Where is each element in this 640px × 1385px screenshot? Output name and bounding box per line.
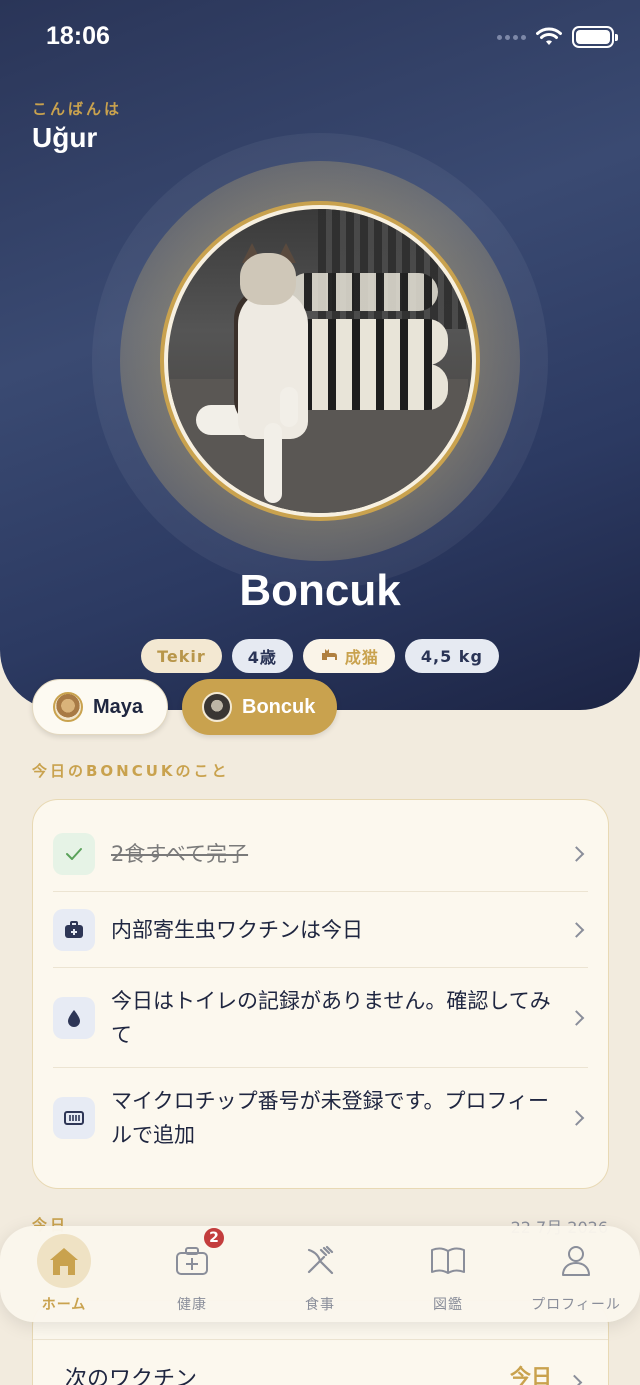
age-chip: 4歳 bbox=[231, 639, 293, 673]
tab-label: ホーム bbox=[41, 1297, 87, 1313]
tab-food[interactable]: 食事 bbox=[256, 1226, 384, 1322]
today-card: 2食すべて完了 内部寄生虫ワクチンは今日 今日はトイレの記録がありません。確認し… bbox=[32, 799, 609, 1189]
book-icon bbox=[421, 1234, 475, 1288]
life-stage-chip: 成猫 bbox=[302, 639, 395, 673]
tab-encyclopedia[interactable]: 図鑑 bbox=[384, 1226, 512, 1322]
task-text: マイクロチップ番号が未登録です。プロフィールで追加 bbox=[111, 1089, 550, 1147]
microchip-icon bbox=[53, 1097, 95, 1139]
fork-knife-icon bbox=[293, 1234, 347, 1288]
tab-label: プロフィール bbox=[531, 1297, 621, 1313]
task-row[interactable]: 内部寄生虫ワクチンは今日 bbox=[53, 892, 588, 968]
greeting: こんばんは bbox=[32, 100, 123, 118]
health-badge: 2 bbox=[202, 1226, 226, 1250]
task-row[interactable]: 2食すべて完了 bbox=[53, 816, 588, 892]
task-text: 今日はトイレの記録がありません。確認してみて bbox=[111, 988, 551, 1047]
tab-home[interactable]: ホーム bbox=[0, 1226, 128, 1322]
status-icons bbox=[497, 26, 618, 48]
cat-icon bbox=[319, 646, 339, 666]
pet-switch-maya[interactable]: Maya bbox=[32, 679, 168, 735]
task-text: 内部寄生虫ワクチンは今日 bbox=[111, 917, 363, 942]
battery-icon bbox=[572, 26, 618, 48]
tab-label: 図鑑 bbox=[433, 1297, 463, 1313]
pet-switch-label: Maya bbox=[93, 695, 144, 718]
breed-chip: Tekir bbox=[141, 639, 222, 673]
pet-photo bbox=[168, 209, 472, 513]
tab-label: 健康 bbox=[177, 1297, 207, 1313]
maya-avatar bbox=[53, 692, 83, 722]
tab-label: 食事 bbox=[305, 1297, 335, 1313]
signal-icon bbox=[497, 34, 526, 40]
tab-health[interactable]: 2 健康 bbox=[128, 1226, 256, 1322]
weight-chip: 4,5 kg bbox=[404, 639, 499, 673]
tab-bar: ホーム 2 健康 食事 図鑑 プロフィール bbox=[0, 1226, 640, 1322]
check-icon bbox=[53, 832, 95, 875]
pet-avatar[interactable] bbox=[160, 201, 480, 521]
tab-profile[interactable]: プロフィール bbox=[512, 1226, 640, 1322]
life-stage-label: 成猫 bbox=[344, 648, 379, 667]
pet-switch-label: Boncuk bbox=[242, 695, 316, 718]
task-row[interactable]: 今日はトイレの記録がありません。確認してみて bbox=[53, 968, 588, 1068]
boncuk-avatar bbox=[202, 692, 232, 722]
today-section-label: 今日のBONCUKのこと bbox=[32, 762, 230, 780]
pet-info-chips: Tekir 4歳 成猫 4,5 kg bbox=[0, 639, 640, 673]
drop-icon bbox=[53, 996, 95, 1039]
next-vaccine-value: 今日 bbox=[510, 1365, 552, 1385]
chevron-right-icon bbox=[566, 1374, 583, 1385]
user-name: Uğur bbox=[32, 122, 98, 153]
medical-bag-icon bbox=[53, 908, 95, 951]
next-vaccine-label: 次のワクチン bbox=[65, 1367, 198, 1385]
home-icon bbox=[37, 1234, 91, 1288]
pet-name: Boncuk bbox=[239, 566, 401, 615]
person-icon bbox=[549, 1234, 603, 1288]
hero-header: 18:06 こんばんは Uğur Boncuk Tekir 4歳 成猫 4,5 … bbox=[0, 0, 640, 710]
status-time: 18:06 bbox=[46, 22, 110, 50]
pet-switch-boncuk[interactable]: Boncuk bbox=[182, 679, 337, 735]
task-row[interactable]: マイクロチップ番号が未登録です。プロフィールで追加 bbox=[53, 1068, 588, 1168]
wifi-icon bbox=[536, 27, 562, 45]
task-text: 2食すべて完了 bbox=[111, 841, 249, 866]
